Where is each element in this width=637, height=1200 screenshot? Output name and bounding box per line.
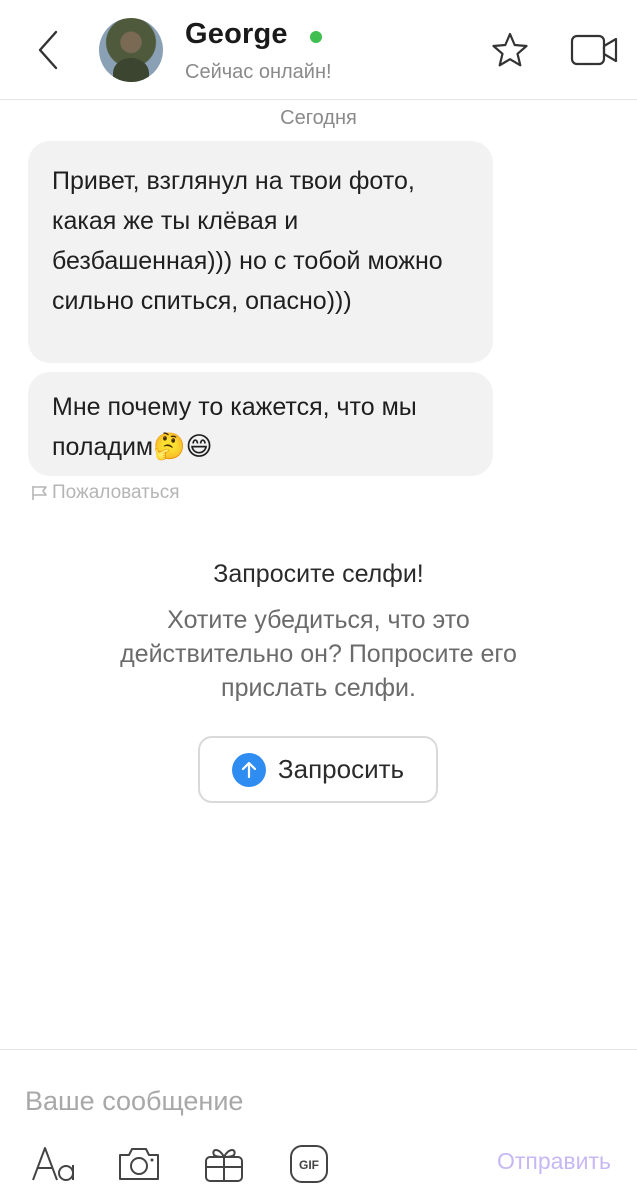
chat-header: George Сейчас онлайн! — [0, 0, 637, 100]
video-camera-icon — [570, 34, 618, 66]
online-indicator — [310, 31, 322, 43]
camera-icon — [119, 1148, 159, 1180]
selfie-request-description: Хотите убедиться, что это действительно … — [120, 606, 517, 702]
flag-icon — [32, 486, 47, 500]
date-separator: Сегодня — [280, 107, 357, 129]
request-selfie-button[interactable]: Запросить — [198, 736, 438, 803]
avatar[interactable] — [99, 18, 163, 82]
report-link[interactable]: Пожаловаться — [30, 482, 180, 504]
font-icon — [32, 1147, 74, 1181]
gif-button[interactable]: GIF — [287, 1140, 331, 1188]
message-input[interactable] — [25, 1078, 615, 1124]
gift-button[interactable] — [200, 1140, 248, 1188]
gif-icon: GIF — [290, 1145, 328, 1183]
request-button-label: Запросить — [277, 754, 405, 784]
message-text: Мне почему то кажется, что мы поладим — [52, 393, 417, 461]
message-text: Привет, взглянул на твои фото, какая же … — [52, 167, 443, 315]
contact-name[interactable]: George — [185, 18, 288, 51]
selfie-request-title: Запросите селфи! — [213, 560, 424, 588]
star-icon — [492, 32, 528, 67]
message-bubble[interactable]: Привет, взглянул на твои фото, какая же … — [28, 141, 493, 363]
send-button[interactable]: Отправить — [497, 1148, 611, 1175]
font-button[interactable] — [30, 1140, 78, 1188]
message-bubble[interactable]: Мне почему то кажется, что мы поладим🤔😄 — [28, 372, 493, 476]
message-emojis: 🤔😄 — [153, 432, 213, 462]
message-composer: GIF Отправить — [0, 1049, 637, 1200]
favorite-button[interactable] — [490, 30, 530, 70]
report-label: Пожаловаться — [52, 482, 180, 503]
online-status: Сейчас онлайн! — [185, 61, 332, 83]
arrow-up-icon — [231, 752, 266, 787]
video-call-button[interactable] — [570, 33, 620, 67]
camera-button[interactable] — [115, 1140, 163, 1188]
back-button[interactable] — [30, 26, 70, 74]
back-chevron-icon — [38, 30, 58, 70]
gif-label: GIF — [299, 1158, 319, 1172]
gift-icon — [205, 1149, 243, 1182]
